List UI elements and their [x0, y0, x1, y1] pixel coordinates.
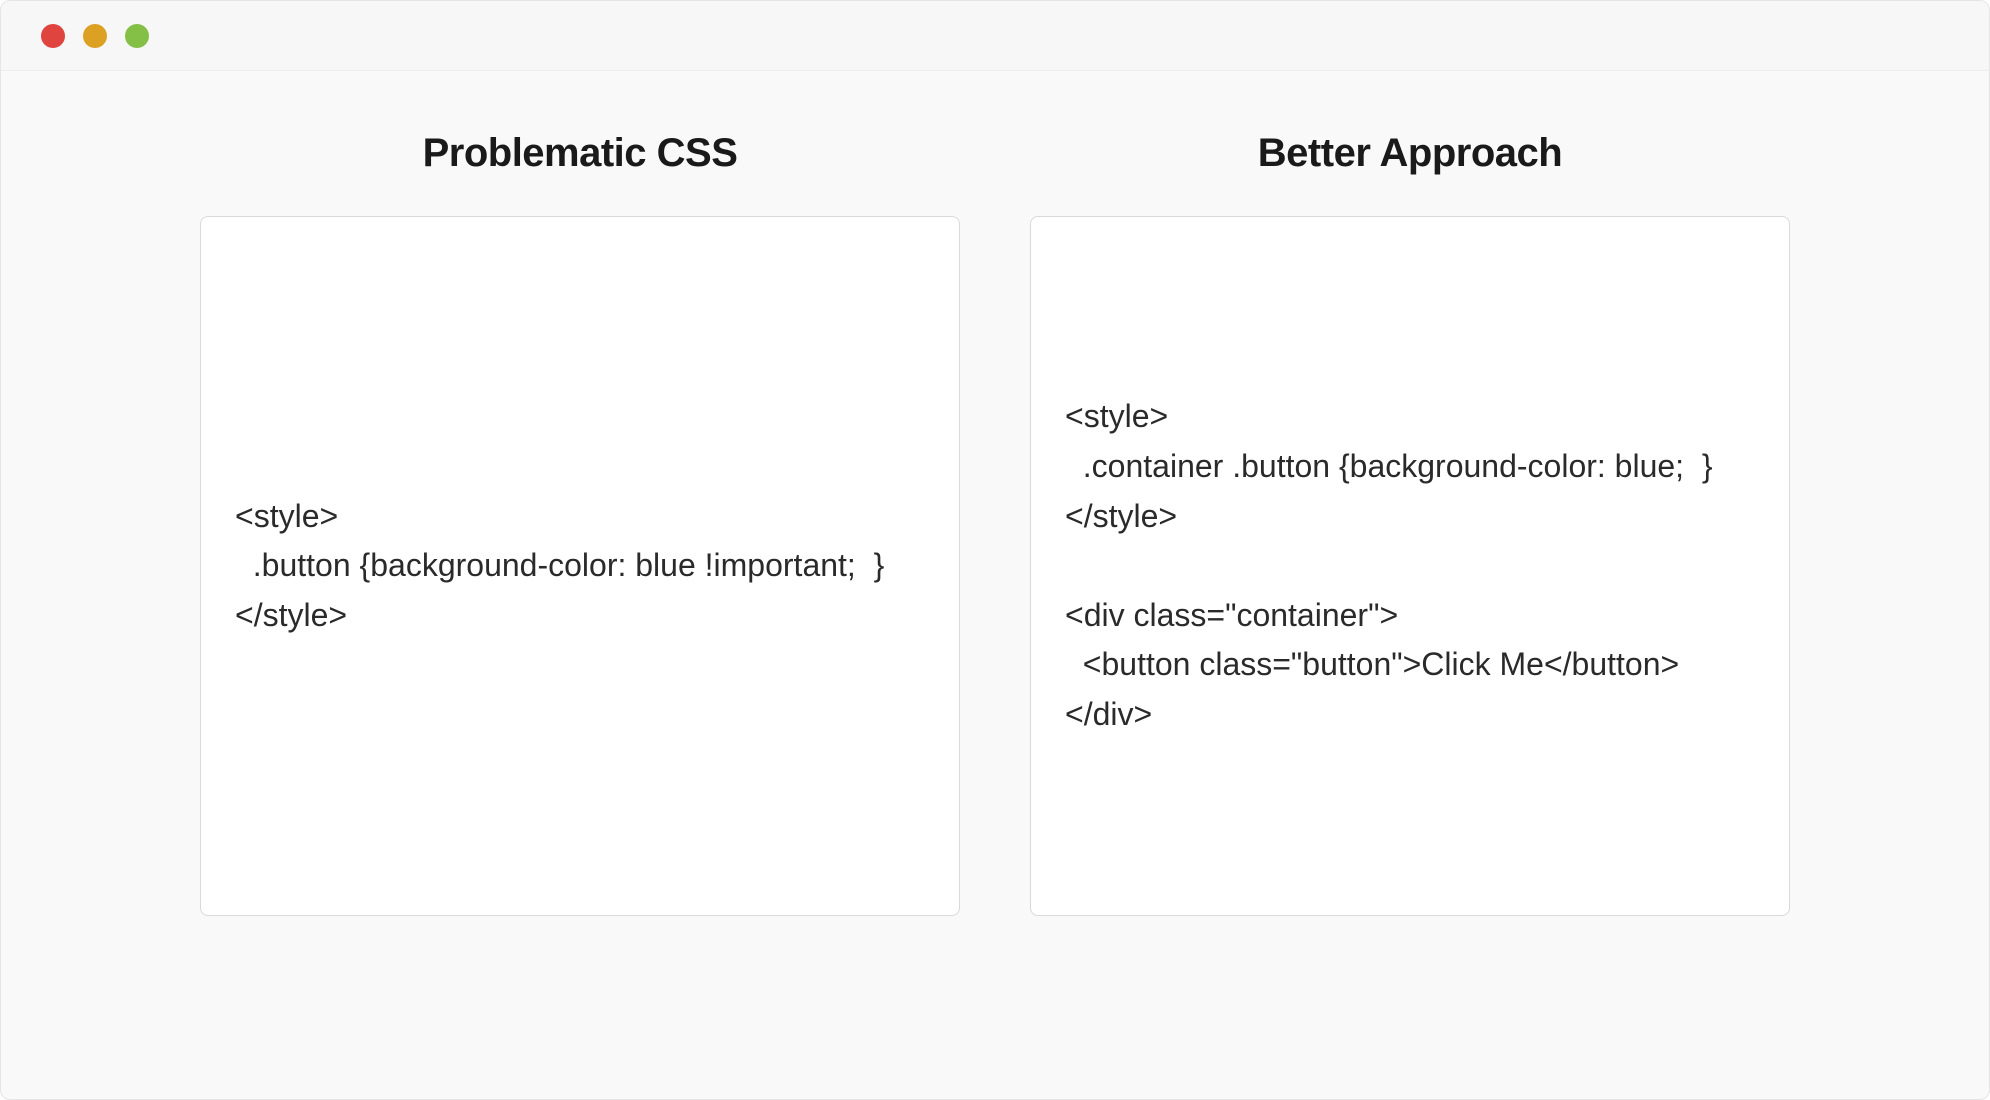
right-code-box: <style> .container .button {background-c…	[1030, 216, 1790, 916]
titlebar	[1, 1, 1989, 71]
left-code-box: <style> .button {background-color: blue …	[200, 216, 960, 916]
left-column: Problematic CSS <style> .button {backgro…	[200, 131, 960, 916]
maximize-icon[interactable]	[125, 24, 149, 48]
left-code: <style> .button {background-color: blue …	[235, 492, 925, 641]
content-area: Problematic CSS <style> .button {backgro…	[1, 71, 1989, 996]
right-code: <style> .container .button {background-c…	[1065, 392, 1755, 739]
right-column: Better Approach <style> .container .butt…	[1030, 131, 1790, 916]
minimize-icon[interactable]	[83, 24, 107, 48]
window-frame: Problematic CSS <style> .button {backgro…	[0, 0, 1990, 1100]
left-heading: Problematic CSS	[423, 131, 738, 176]
close-icon[interactable]	[41, 24, 65, 48]
right-heading: Better Approach	[1258, 131, 1562, 176]
